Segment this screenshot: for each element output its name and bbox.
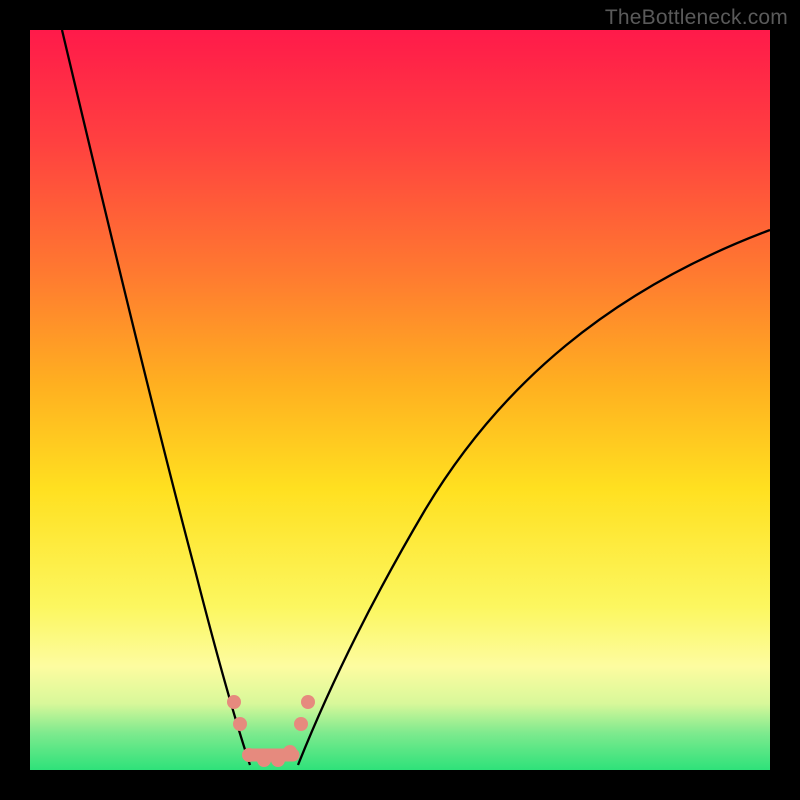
trough-marker bbox=[233, 717, 247, 731]
watermark-text: TheBottleneck.com bbox=[605, 6, 788, 30]
chart-plot-area bbox=[30, 30, 770, 770]
trough-marker bbox=[227, 695, 241, 709]
left-curve-path bbox=[62, 30, 250, 765]
trough-marker bbox=[301, 695, 315, 709]
trough-marker bbox=[271, 753, 285, 767]
right-curve-path bbox=[298, 230, 770, 765]
trough-marker bbox=[257, 753, 271, 767]
trough-marker bbox=[294, 717, 308, 731]
chart-svg bbox=[30, 30, 770, 770]
trough-marker bbox=[242, 748, 256, 762]
trough-marker bbox=[283, 745, 297, 759]
